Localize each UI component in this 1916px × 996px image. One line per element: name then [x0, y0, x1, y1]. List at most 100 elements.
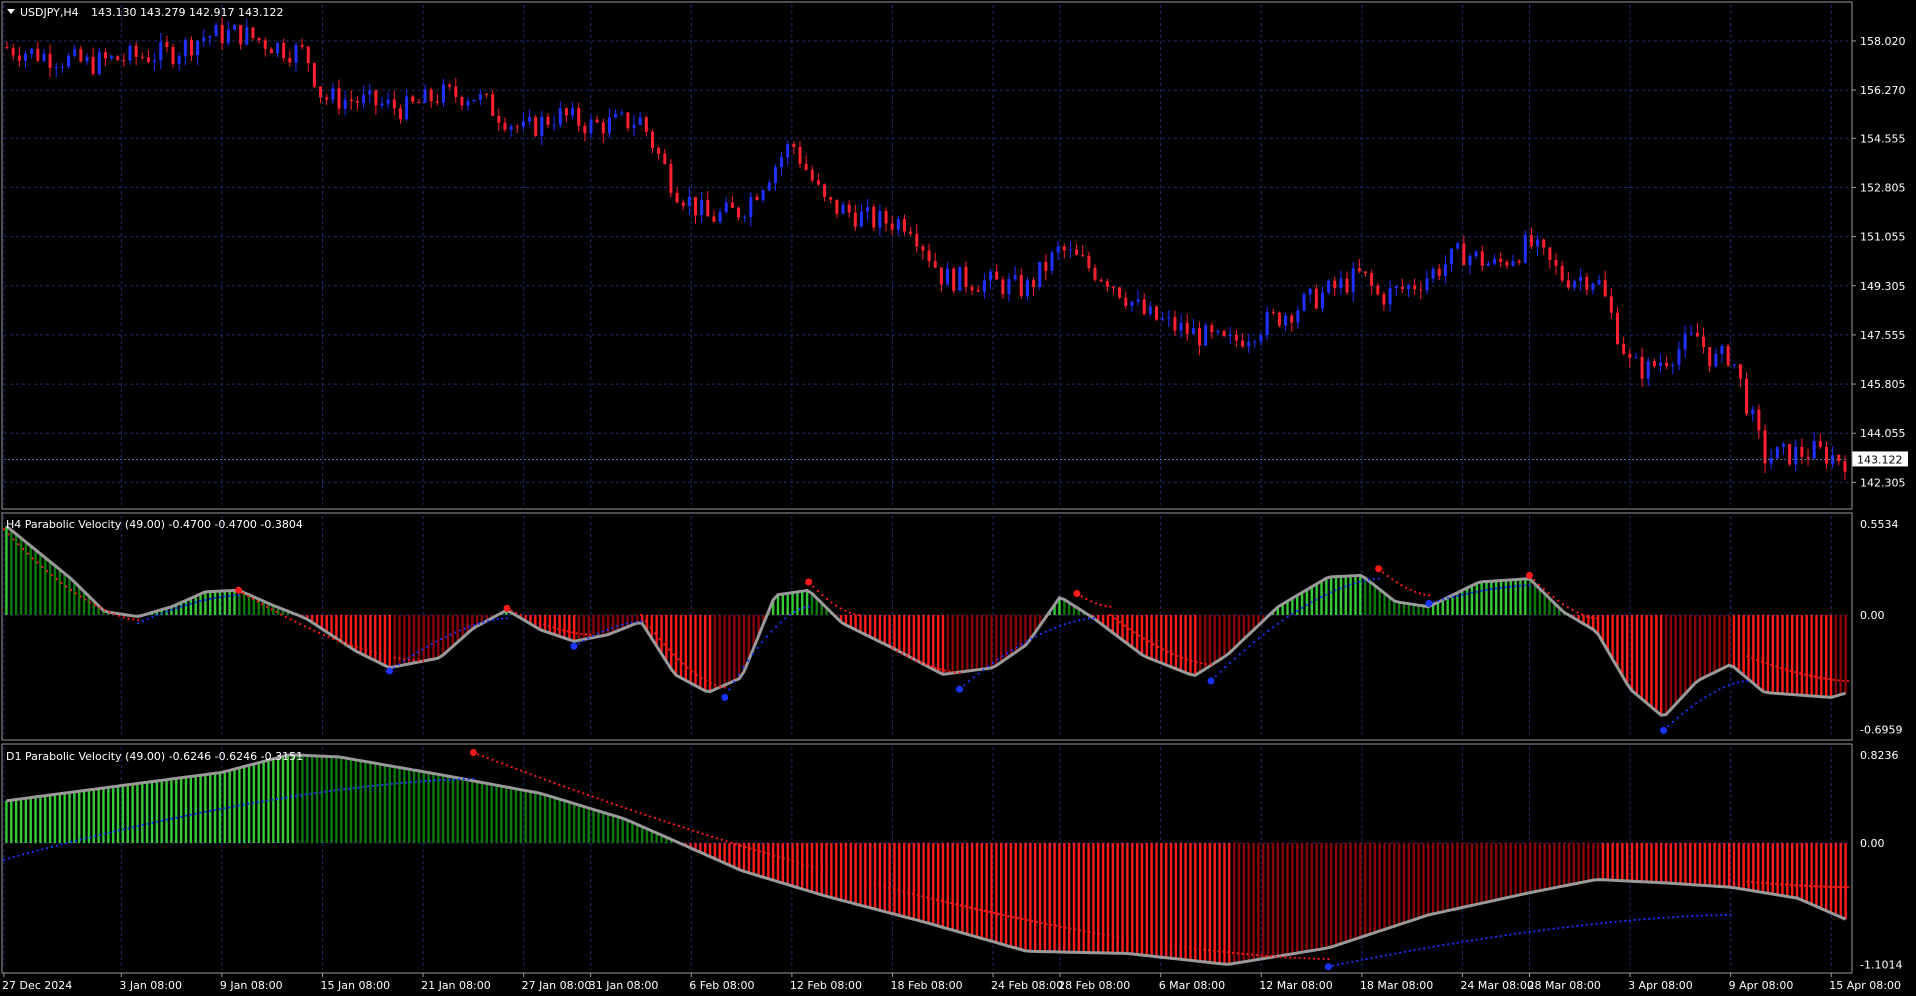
histogram-bar — [344, 614, 348, 645]
h4-indicator-title: H4 Parabolic Velocity (49.00) -0.4700 -0… — [6, 518, 303, 531]
sar-dot — [421, 660, 425, 663]
histogram-bar — [1645, 614, 1648, 704]
sar-dot — [7, 533, 10, 536]
histogram-bar — [354, 614, 358, 652]
sar-dot — [1265, 954, 1268, 957]
sar-dot — [1021, 918, 1024, 921]
sar-dot — [462, 778, 465, 781]
histogram-bar — [68, 792, 71, 844]
histogram-bar — [335, 756, 338, 844]
sar-dot — [848, 611, 851, 614]
candle-body — [1290, 315, 1294, 323]
histogram-bar — [985, 614, 988, 669]
sar-dot — [548, 780, 551, 783]
histogram-bar — [349, 758, 353, 844]
sar-dot — [453, 778, 456, 781]
histogram-bar — [975, 843, 979, 938]
sar-dot — [561, 629, 564, 632]
sar-dot — [36, 561, 39, 564]
histogram-bar — [58, 793, 62, 844]
candle-body — [1185, 322, 1189, 334]
sar-dot — [132, 826, 135, 829]
sar-dot — [1020, 643, 1023, 646]
histogram-bar — [733, 614, 736, 681]
histogram-bar — [111, 786, 115, 844]
histogram-bar — [1048, 843, 1051, 952]
histogram-bar — [1165, 614, 1168, 665]
sar-dot — [734, 843, 738, 846]
sar-dot — [686, 666, 689, 669]
histogram-bar — [1329, 576, 1333, 615]
sar-reversal-dot — [1425, 599, 1433, 607]
sar-dot — [649, 815, 652, 818]
candle-body — [159, 42, 163, 61]
candle-body — [902, 219, 906, 232]
histogram-bar — [1184, 843, 1187, 960]
histogram-bar — [1082, 843, 1085, 953]
sar-dot — [577, 790, 580, 793]
histogram-bar — [1698, 614, 1702, 680]
candle-body — [1517, 260, 1521, 263]
sar-dot — [180, 605, 183, 608]
candle-body — [1450, 248, 1454, 265]
sar-dot — [1499, 934, 1502, 938]
candle-body — [946, 268, 950, 285]
histogram-bar — [1548, 843, 1551, 889]
histogram-bar — [1189, 843, 1192, 961]
sar-dot — [1746, 679, 1749, 683]
sar-dot — [630, 621, 633, 624]
sar-dot — [1315, 598, 1318, 601]
sar-dot — [760, 641, 764, 644]
histogram-bar — [1499, 580, 1503, 615]
sar-dot — [1813, 885, 1816, 888]
candle-body — [1585, 277, 1589, 290]
sar-dot — [381, 783, 384, 786]
sar-dot — [1746, 880, 1749, 883]
sar-dot — [1799, 884, 1802, 887]
histogram-bar — [1431, 843, 1435, 914]
sar-dot — [1681, 712, 1684, 716]
histogram-bar — [1727, 614, 1731, 666]
histogram-bar — [849, 843, 852, 903]
sar-dot — [1803, 884, 1806, 887]
sar-dot — [1676, 716, 1679, 719]
sar-dot — [89, 601, 92, 604]
histogram-bar — [1480, 843, 1483, 904]
histogram-bar — [582, 614, 586, 640]
histogram-bar — [58, 569, 62, 615]
sar-dot — [754, 848, 757, 852]
chart-canvas[interactable]: 158.020156.270154.555152.805151.055149.3… — [0, 0, 1916, 996]
candle-body — [1339, 278, 1343, 289]
sar-dot — [472, 624, 476, 627]
sar-dot — [1427, 594, 1431, 597]
candle-body — [773, 166, 777, 183]
sar-dot — [1403, 950, 1407, 953]
sar-dot — [271, 798, 274, 801]
sar-dot — [242, 592, 245, 595]
histogram-bar — [1169, 614, 1173, 667]
histogram-bar — [1509, 843, 1512, 897]
sar-dot — [108, 831, 111, 834]
histogram-bar — [461, 614, 464, 638]
histogram-bar — [1805, 614, 1808, 696]
candle-body — [276, 42, 280, 54]
histogram-bar — [611, 815, 615, 844]
chart-window[interactable]: 158.020 156.270 154.555 152.805 151.055 149.3… — [0, 0, 1916, 996]
sar-dot — [987, 665, 990, 668]
sar-dot — [1470, 939, 1474, 942]
sar-dot — [779, 621, 782, 624]
candle-body — [417, 101, 421, 103]
candle-body — [644, 117, 648, 132]
sar-dot — [496, 618, 499, 621]
sar-dot — [346, 642, 349, 646]
histogram-bar — [14, 534, 18, 615]
candle-body — [183, 39, 187, 57]
sar-dot — [1794, 884, 1797, 887]
sar-dot — [854, 877, 857, 881]
sar-dot — [1054, 924, 1058, 927]
candle-body — [1689, 332, 1693, 334]
histogram-bar — [1024, 843, 1027, 951]
sar-dot — [653, 816, 656, 820]
sar-dot — [1246, 953, 1249, 956]
time-tick-label: 24 Mar 08:00 — [1460, 979, 1533, 992]
